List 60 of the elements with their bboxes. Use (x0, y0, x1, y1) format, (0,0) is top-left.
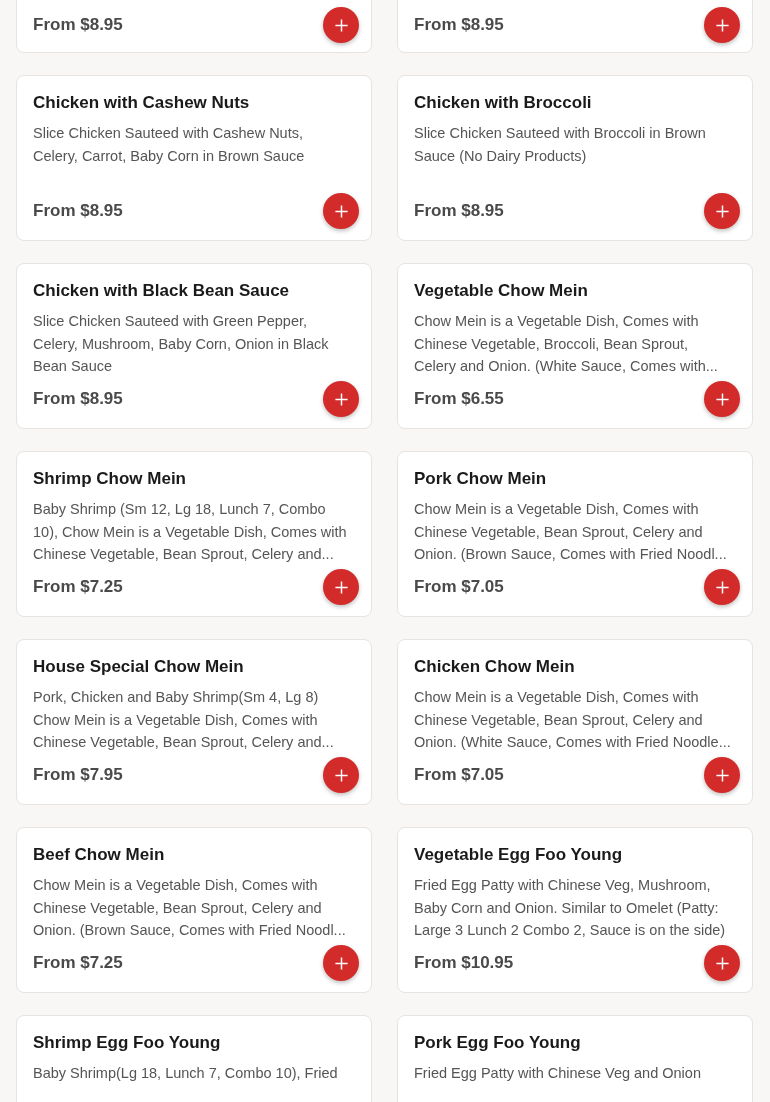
plus-icon (714, 203, 730, 219)
item-price: From $8.95 (33, 15, 123, 35)
plus-icon (333, 391, 349, 407)
item-description: Chow Mein is a Vegetable Dish, Comes with Chinese Vegetable, Broccoli, Bean Sprout, Celery and Onion. (White Sauce, Comes with... (414, 312, 719, 376)
plus-icon (714, 17, 730, 33)
item-price: From $7.25 (33, 953, 123, 973)
item-price: From $8.95 (33, 389, 123, 409)
plus-icon (714, 391, 730, 407)
item-price: From $7.05 (414, 765, 504, 785)
add-button[interactable] (704, 945, 740, 981)
item-name: Chicken with Black Bean Sauce (33, 281, 291, 301)
add-button[interactable] (704, 7, 740, 43)
item-description: Slice Chicken Sauteed with Cashew Nuts, Celery, Carrot, Baby Corn in Brown Sauce (33, 124, 306, 166)
item-name: Chicken with Cashew Nuts (33, 93, 251, 113)
plus-icon (333, 579, 349, 595)
item-name: Chicken Chow Mein (414, 657, 576, 677)
item-description: Fried Egg Patty with Chinese Veg and Onion (414, 1064, 702, 1083)
item-description: Baby Shrimp (Sm 12, Lg 18, Lunch 7, Combo 10), Chow Mein is a Vegetable Dish, Comes with Chinese Vegetable, Bean Sprout, Celery and... (33, 500, 348, 564)
item-description: Fried Egg Patty with Chinese Veg, Mushroom, Baby Corn and Onion. Similar to Omelet (Patty: Large 3 Lunch 2 Combo 2, Sauce is on the side) (414, 876, 727, 940)
add-button[interactable] (704, 569, 740, 605)
item-name: Vegetable Egg Foo Young (414, 845, 624, 865)
add-button[interactable] (704, 193, 740, 229)
item-name: Vegetable Chow Mein (414, 281, 589, 301)
item-price: From $6.55 (414, 389, 504, 409)
item-name: Pork Egg Foo Young (414, 1033, 582, 1053)
add-button[interactable] (323, 757, 359, 793)
plus-icon (333, 955, 349, 971)
item-description: Slice Chicken Sauteed with Green Pepper, Celery, Mushroom, Baby Corn, Onion in Black Bean Sauce (33, 312, 330, 376)
item-name: Pork Chow Mein (414, 469, 548, 489)
item-price: From $8.95 (414, 201, 504, 221)
item-name: Beef Chow Mein (33, 845, 166, 865)
item-name: Shrimp Egg Foo Young (33, 1033, 222, 1053)
plus-icon (333, 17, 349, 33)
item-description: Baby Shrimp(Lg 18, Lunch 7, Combo 10), Fried (33, 1064, 339, 1083)
item-price: From $8.95 (414, 15, 504, 35)
item-price: From $7.25 (33, 577, 123, 597)
plus-icon (333, 767, 349, 783)
add-button[interactable] (323, 945, 359, 981)
item-name: House Special Chow Mein (33, 657, 245, 677)
item-price: From $10.95 (414, 953, 514, 973)
item-price: From $7.05 (414, 577, 504, 597)
plus-icon (714, 767, 730, 783)
item-name: Chicken with Broccoli (414, 93, 593, 113)
add-button[interactable] (323, 569, 359, 605)
item-description: Chow Mein is a Vegetable Dish, Comes with Chinese Vegetable, Bean Sprout, Celery and Onion. (Brown Sauce, Comes with Fried Noodl... (414, 500, 728, 564)
plus-icon (333, 203, 349, 219)
plus-icon (714, 579, 730, 595)
item-description: Slice Chicken Sauteed with Broccoli in Brown Sauce (No Dairy Products) (414, 124, 707, 166)
add-button[interactable] (704, 757, 740, 793)
item-description: Chow Mein is a Vegetable Dish, Comes with Chinese Vegetable, Bean Sprout, Celery and Onion. (White Sauce, Comes with Fried Noodle... (414, 688, 732, 752)
item-description: Chow Mein is a Vegetable Dish, Comes with Chinese Vegetable, Bean Sprout, Celery and Onion. (Brown Sauce, Comes with Fried Noodl... (33, 876, 347, 940)
item-price: From $8.95 (33, 201, 123, 221)
add-button[interactable] (323, 193, 359, 229)
item-price: From $7.95 (33, 765, 123, 785)
item-description: Pork, Chicken and Baby Shrimp(Sm 4, Lg 8) Chow Mein is a Vegetable Dish, Comes with Chinese Vegetable, Bean Sprout, Celery and... (33, 688, 335, 752)
add-button[interactable] (704, 381, 740, 417)
plus-icon (714, 955, 730, 971)
item-name: Shrimp Chow Mein (33, 469, 187, 489)
add-button[interactable] (323, 381, 359, 417)
add-button[interactable] (323, 7, 359, 43)
